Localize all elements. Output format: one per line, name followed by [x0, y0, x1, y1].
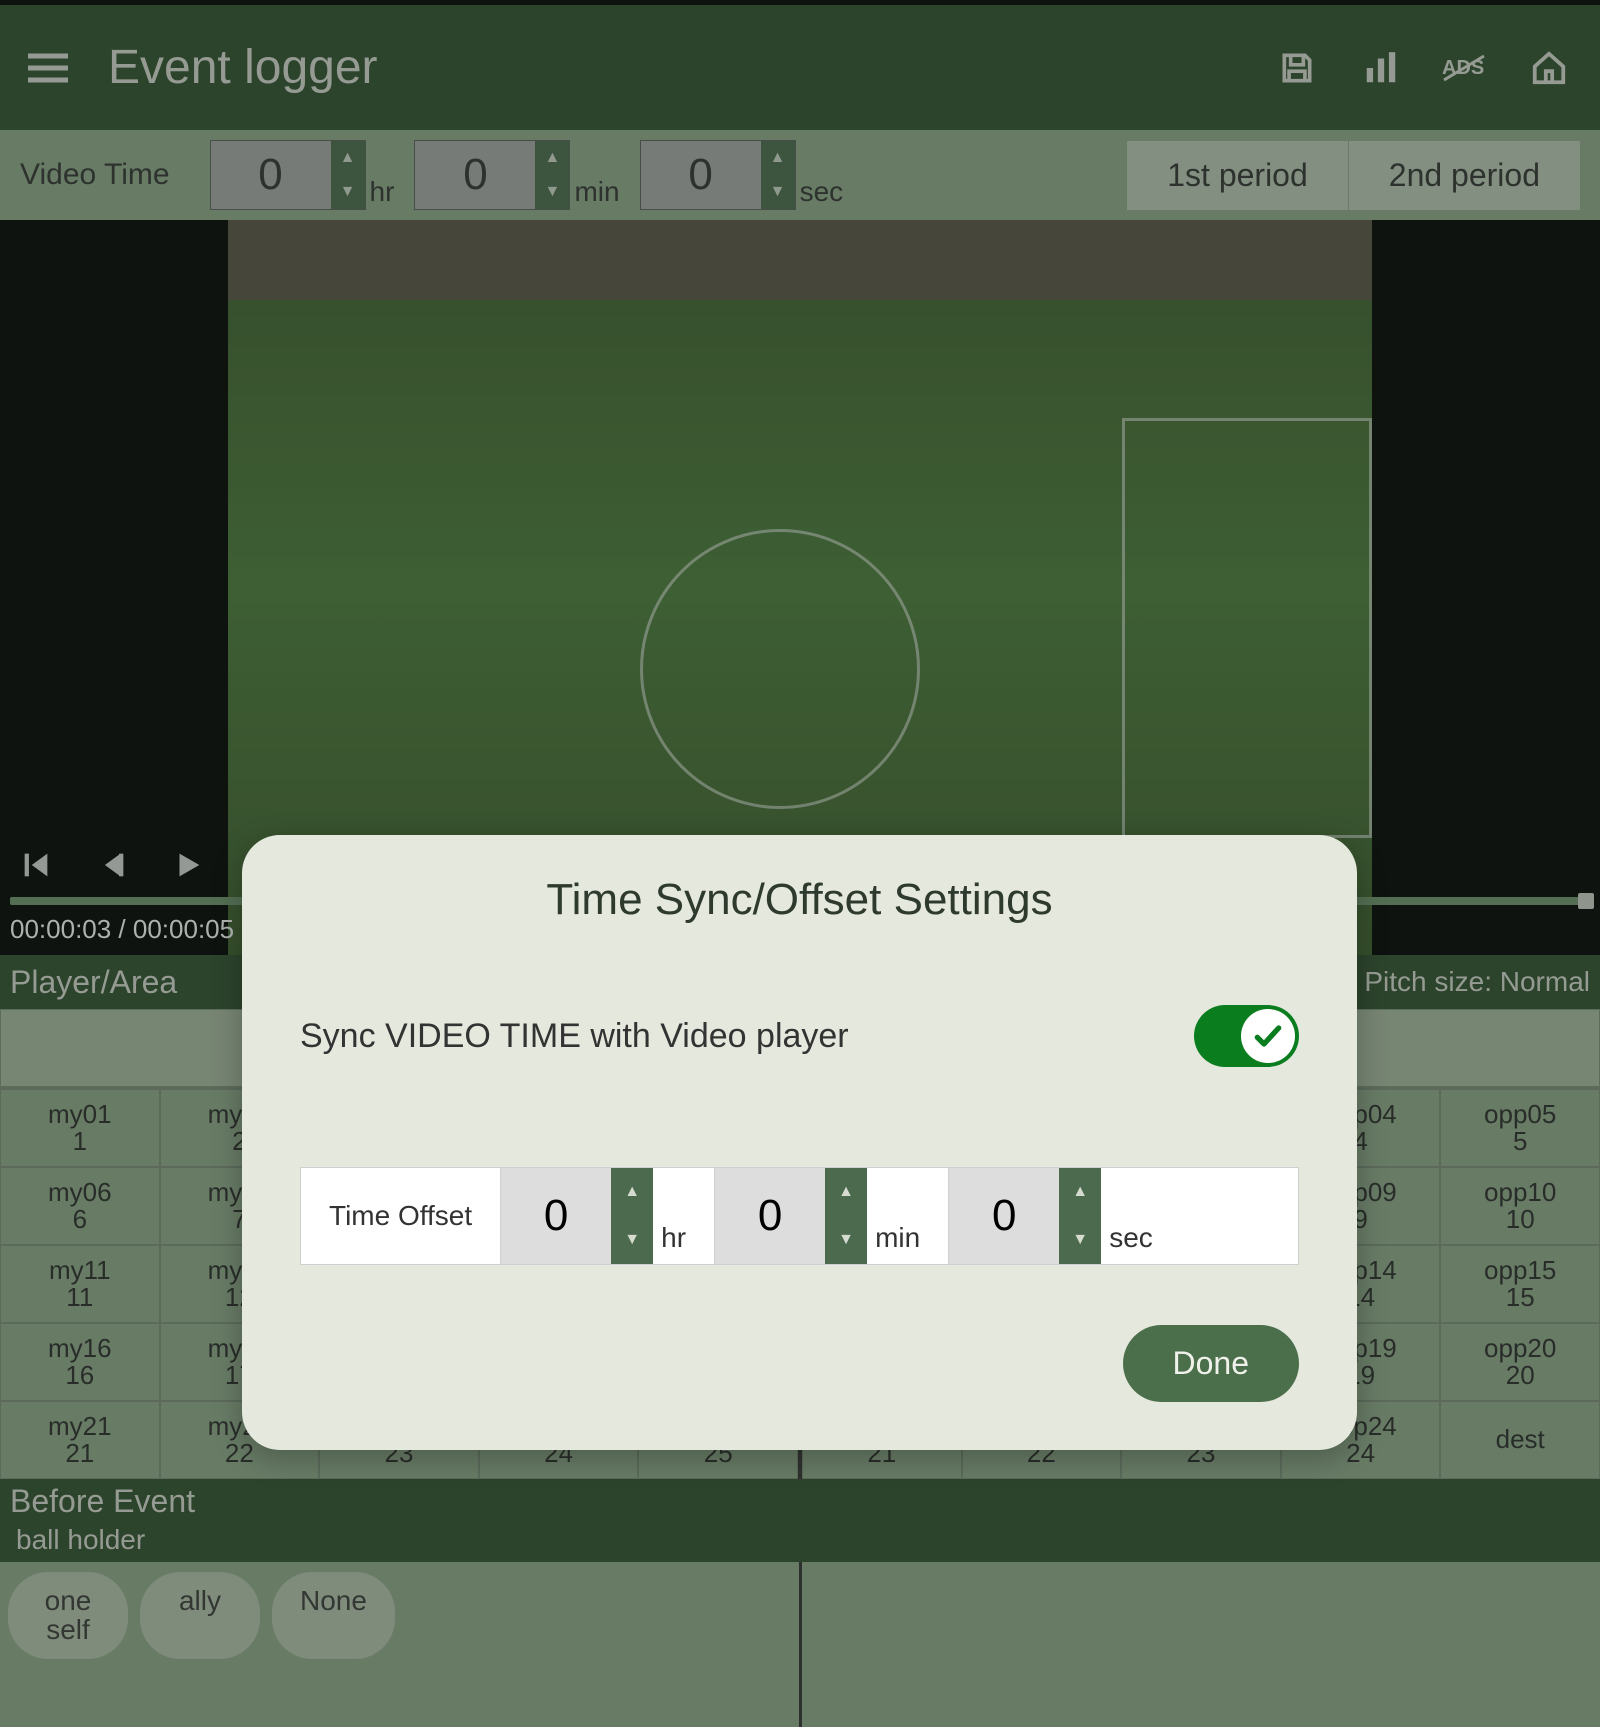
time-sync-modal: Time Sync/Offset Settings Sync VIDEO TIM…: [242, 835, 1357, 1450]
check-icon: [1241, 1009, 1295, 1063]
done-button[interactable]: Done: [1123, 1325, 1300, 1402]
offset-sec-input[interactable]: 0 ▲▼: [948, 1168, 1101, 1264]
chevron-down-icon[interactable]: ▼: [611, 1216, 653, 1264]
time-offset-label: Time Offset: [301, 1200, 500, 1232]
sync-toggle[interactable]: [1194, 1005, 1299, 1067]
chevron-down-icon[interactable]: ▼: [825, 1216, 867, 1264]
modal-title: Time Sync/Offset Settings: [300, 875, 1299, 925]
chevron-down-icon[interactable]: ▼: [1059, 1216, 1101, 1264]
offset-min-input[interactable]: 0 ▲▼: [714, 1168, 867, 1264]
chevron-up-icon[interactable]: ▲: [825, 1168, 867, 1216]
time-offset-row: Time Offset 0 ▲▼ hr 0 ▲▼ min 0 ▲▼ sec: [300, 1167, 1299, 1265]
chevron-up-icon[interactable]: ▲: [1059, 1168, 1101, 1216]
chevron-up-icon[interactable]: ▲: [611, 1168, 653, 1216]
sync-label: Sync VIDEO TIME with Video player: [300, 1017, 1194, 1056]
offset-hr-input[interactable]: 0 ▲▼: [500, 1168, 653, 1264]
